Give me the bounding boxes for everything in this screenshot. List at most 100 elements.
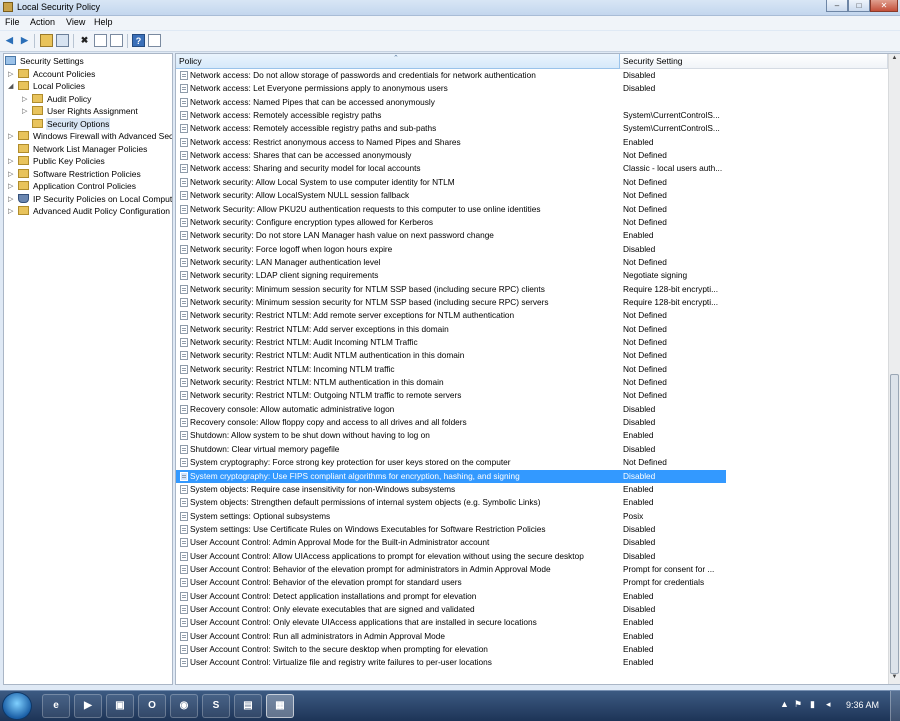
table-row[interactable]: Network access: Shares that can be acces… (176, 149, 726, 162)
scroll-down-arrow-icon[interactable]: ▼ (890, 674, 899, 683)
expand-icon[interactable]: ▷ (8, 70, 15, 78)
table-row[interactable]: Network security: Restrict NTLM: Audit I… (176, 336, 726, 349)
folder-icon (32, 119, 43, 128)
ie-taskbar-button[interactable]: e (42, 694, 70, 718)
title-bar[interactable]: Local Security Policy – □ ✕ (0, 0, 900, 16)
policy-item-icon (180, 338, 188, 347)
table-row[interactable]: Network security: Allow LocalSystem NULL… (176, 189, 726, 202)
table-row[interactable]: System settings: Optional subsystems Posi… (176, 510, 726, 523)
forward-arrow-icon[interactable]: ▶ (18, 34, 31, 47)
console-icon[interactable] (148, 34, 161, 47)
table-row[interactable]: Network security: Restrict NTLM: Outgoin… (176, 389, 726, 402)
explorer-taskbar-button[interactable]: ▤ (234, 694, 262, 718)
export-list-icon[interactable] (110, 34, 123, 47)
table-row[interactable]: System cryptography: Force strong key pr… (176, 456, 726, 469)
back-arrow-icon[interactable]: ◀ (3, 34, 16, 47)
table-row[interactable]: Network access: Named Pipes that can be … (176, 96, 726, 109)
expand-icon[interactable]: ▷ (22, 95, 29, 103)
table-row[interactable]: User Account Control: Behavior of the el… (176, 576, 726, 589)
clock[interactable]: 9:36 AM (846, 700, 879, 710)
minimize-button[interactable]: – (826, 0, 848, 12)
volume-icon[interactable]: ◂ (826, 699, 831, 710)
menu-file[interactable]: File (5, 17, 20, 27)
policy-name: Shutdown: Allow system to be shut down w… (190, 430, 430, 441)
table-row[interactable]: System settings: Use Certificate Rules o… (176, 523, 726, 536)
table-row[interactable]: Network security: Minimum session securi… (176, 296, 726, 309)
table-row[interactable]: System objects: Strengthen default permi… (176, 496, 726, 509)
table-row[interactable]: User Account Control: Admin Approval Mod… (176, 536, 726, 549)
expand-icon[interactable]: ▷ (8, 207, 15, 215)
expand-icon[interactable]: ▷ (8, 170, 15, 178)
help-icon[interactable]: ? (132, 34, 145, 47)
table-row[interactable]: Network security: Force logoff when logo… (176, 243, 726, 256)
table-row[interactable]: User Account Control: Only elevate UIAcc… (176, 616, 726, 629)
column-header-security-setting[interactable]: Security Setting (620, 54, 888, 69)
table-row[interactable]: User Account Control: Detect application… (176, 590, 726, 603)
table-row[interactable]: Network access: Sharing and security mod… (176, 162, 726, 175)
vertical-scrollbar[interactable]: ▲ ▼ (888, 54, 900, 684)
table-row[interactable]: User Account Control: Only elevate execu… (176, 603, 726, 616)
menu-help[interactable]: Help (94, 17, 113, 27)
security-setting-value: Disabled (623, 537, 656, 548)
scrollbar-thumb[interactable] (890, 374, 899, 674)
expand-icon[interactable]: ▷ (8, 132, 15, 140)
table-row[interactable]: Network access: Remotely accessible regi… (176, 122, 726, 135)
table-row[interactable]: User Account Control: Allow UIAccess app… (176, 550, 726, 563)
table-row[interactable]: System cryptography: Use FIPS compliant … (176, 469, 726, 483)
close-button[interactable]: ✕ (870, 0, 898, 12)
collapse-icon[interactable]: ◢ (8, 82, 15, 90)
table-row[interactable]: Recovery console: Allow automatic admini… (176, 403, 726, 416)
policy-name: Network Security: Allow PKU2U authentica… (190, 203, 541, 214)
table-row[interactable]: Shutdown: Allow system to be shut down w… (176, 429, 726, 442)
table-row[interactable]: Network security: Restrict NTLM: Add ser… (176, 323, 726, 336)
table-row[interactable]: Network security: LDAP client signing re… (176, 269, 726, 282)
start-button[interactable] (2, 692, 32, 720)
table-row[interactable]: Recovery console: Allow floppy copy and … (176, 416, 726, 429)
policy-name: Network security: Force logoff when logo… (190, 243, 393, 254)
local-security-policy-taskbar-button[interactable]: ▦ (266, 694, 294, 718)
properties-icon[interactable] (94, 34, 107, 47)
table-row[interactable]: Network access: Do not allow storage of … (176, 69, 726, 82)
table-row[interactable]: Network security: LAN Manager authentica… (176, 256, 726, 269)
table-row[interactable]: Network security: Restrict NTLM: NTLM au… (176, 376, 726, 389)
table-row[interactable]: User Account Control: Switch to the secu… (176, 643, 726, 656)
table-row[interactable]: Network security: Configure encryption t… (176, 216, 726, 229)
computer-taskbar-button[interactable]: ▣ (106, 694, 134, 718)
expand-icon[interactable]: ▷ (8, 182, 15, 190)
table-row[interactable]: System objects: Require case insensitivi… (176, 483, 726, 496)
menu-view[interactable]: View (66, 17, 85, 27)
table-row[interactable]: User Account Control: Virtualize file an… (176, 656, 726, 669)
table-row[interactable]: Shutdown: Clear virtual memory pagefile D… (176, 443, 726, 456)
table-row[interactable]: Network security: Do not store LAN Manag… (176, 229, 726, 242)
table-row[interactable]: User Account Control: Behavior of the el… (176, 563, 726, 576)
up-one-level-icon[interactable] (40, 34, 53, 47)
expand-icon[interactable]: ▷ (22, 107, 29, 115)
maximize-button[interactable]: □ (848, 0, 870, 12)
scroll-up-arrow-icon[interactable]: ▲ (890, 55, 899, 64)
menu-action[interactable]: Action (30, 17, 55, 27)
column-header-policy[interactable]: Policy ⌃ (176, 54, 620, 69)
delete-icon[interactable]: ✖ (78, 34, 91, 47)
tray-overflow-icon[interactable]: ▲ (780, 699, 789, 709)
media-player-taskbar-button[interactable]: ▶ (74, 694, 102, 718)
table-row[interactable]: Network Security: Allow PKU2U authentica… (176, 203, 726, 216)
table-row[interactable]: Network access: Let Everyone permissions… (176, 82, 726, 95)
outlook-taskbar-button[interactable]: O (138, 694, 166, 718)
action-center-flag-icon[interactable]: ⚑ (794, 699, 802, 710)
table-row[interactable]: Network security: Restrict NTLM: Audit N… (176, 349, 726, 362)
expand-icon[interactable]: ▷ (8, 157, 15, 165)
skype-taskbar-button[interactable]: S (202, 694, 230, 718)
table-row[interactable]: Network security: Allow Local System to … (176, 176, 726, 189)
table-row[interactable]: Network access: Restrict anonymous acces… (176, 136, 726, 149)
table-row[interactable]: Network security: Minimum session securi… (176, 283, 726, 296)
table-row[interactable]: Network access: Remotely accessible regi… (176, 109, 726, 122)
table-row[interactable]: User Account Control: Run all administra… (176, 630, 726, 643)
expand-icon[interactable]: ▷ (8, 195, 15, 203)
show-hide-console-tree-icon[interactable] (56, 34, 69, 47)
table-row[interactable]: Network security: Restrict NTLM: Incomin… (176, 363, 726, 376)
network-icon[interactable]: ▮ (810, 699, 815, 710)
table-row[interactable]: Network security: Restrict NTLM: Add rem… (176, 309, 726, 322)
policy-name: Network access: Shares that can be acces… (190, 150, 412, 161)
chrome-taskbar-button[interactable]: ◉ (170, 694, 198, 718)
show-desktop-button[interactable] (890, 691, 900, 721)
